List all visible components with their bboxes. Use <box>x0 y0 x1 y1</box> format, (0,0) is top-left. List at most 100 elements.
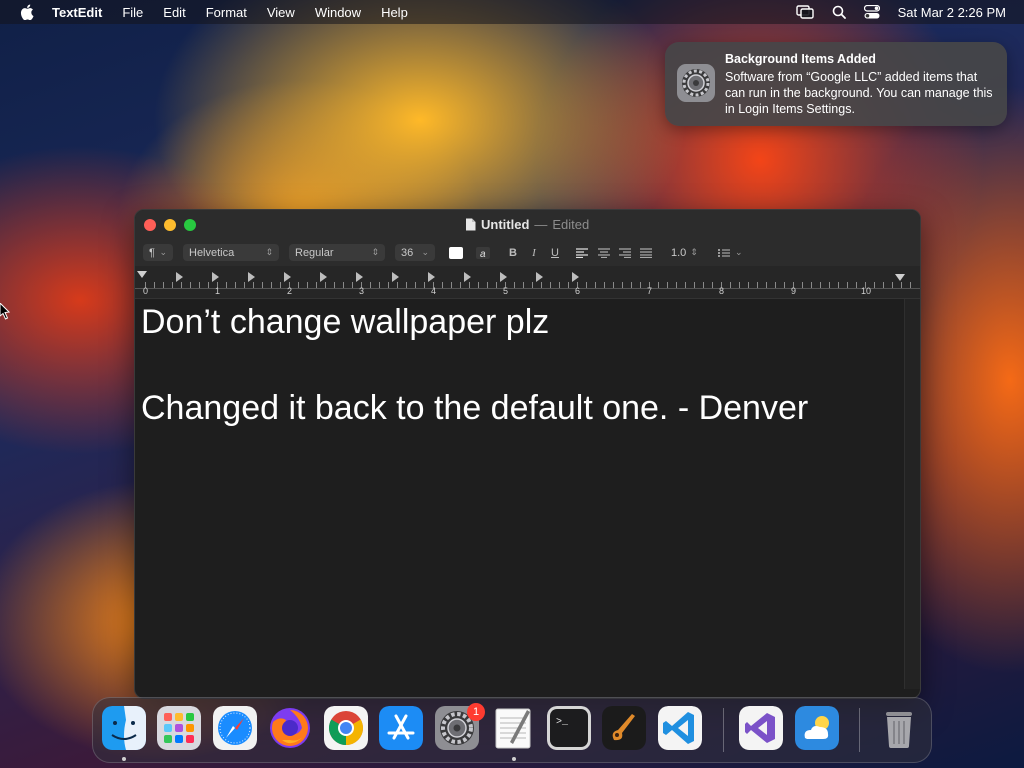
control-center-icon[interactable] <box>863 5 880 19</box>
justify-icon <box>640 247 652 258</box>
format-bar: ¶ ⌄ Helvetica ⇕ Regular ⇕ 36 ⌄ a B I U 1… <box>135 240 920 266</box>
tab-stop[interactable] <box>212 272 219 282</box>
menu-format[interactable]: Format <box>206 5 247 20</box>
ruler-number: 1 <box>215 286 221 296</box>
ruler[interactable]: 0 1 2 3 4 5 6 7 8 9 10 <box>135 266 920 299</box>
firefox-icon[interactable] <box>268 706 312 750</box>
menu-window[interactable]: Window <box>315 5 361 20</box>
vertical-scrollbar[interactable] <box>904 299 920 689</box>
font-style-popup[interactable]: Regular ⇕ <box>289 244 385 261</box>
font-family-popup[interactable]: Helvetica ⇕ <box>183 244 279 261</box>
document-text-area[interactable]: Don’t change wallpaper plz Changed it ba… <box>135 299 905 689</box>
system-settings-dock-item[interactable]: 1 <box>435 703 485 750</box>
textedit-icon[interactable] <box>491 706 535 750</box>
tab-stop[interactable] <box>572 272 579 282</box>
tab-stop[interactable] <box>284 272 291 282</box>
line-spacing-value: 1.0 <box>671 246 687 259</box>
window-title-name: Untitled <box>481 217 530 232</box>
menu-file[interactable]: File <box>122 5 143 20</box>
close-button[interactable] <box>144 219 156 231</box>
ruler-number: 8 <box>719 286 725 296</box>
font-size-popup[interactable]: 36 ⌄ <box>395 244 435 261</box>
right-indent-marker[interactable] <box>895 274 905 281</box>
launchpad-icon[interactable] <box>157 706 201 750</box>
document-line: Don’t change wallpaper plz <box>141 303 550 341</box>
garageband-icon[interactable] <box>602 706 646 750</box>
zoom-button[interactable] <box>184 219 196 231</box>
left-indent-marker[interactable] <box>137 271 147 278</box>
underline-button[interactable]: U <box>547 244 563 261</box>
window-titlebar[interactable]: Untitled — Edited <box>135 210 920 240</box>
align-left-icon <box>576 247 588 258</box>
justify-button[interactable] <box>639 244 653 261</box>
screen-mirroring-icon[interactable] <box>795 5 814 19</box>
svg-text:>_: >_ <box>556 717 569 728</box>
menu-view[interactable]: View <box>267 5 295 20</box>
weather-icon[interactable] <box>795 706 839 750</box>
ruler-number: 10 <box>861 286 872 296</box>
menu-bar: TextEdit File Edit Format View Window He… <box>0 0 1024 24</box>
spotlight-search-icon[interactable] <box>832 5 846 19</box>
minimize-button[interactable] <box>164 219 176 231</box>
background-color-well[interactable]: a <box>475 244 491 261</box>
notification-banner[interactable]: Background Items Added Software from “Go… <box>665 42 1007 126</box>
highlight-a-icon: a <box>476 246 490 259</box>
font-family-value: Helvetica <box>189 246 235 259</box>
align-center-icon <box>598 247 610 258</box>
trash-icon[interactable] <box>877 706 921 750</box>
align-center-button[interactable] <box>597 244 611 261</box>
tab-stop[interactable] <box>320 272 327 282</box>
ruler-number: 4 <box>431 286 437 296</box>
tab-stop[interactable] <box>428 272 435 282</box>
tab-stop[interactable] <box>248 272 255 282</box>
tab-stop[interactable] <box>536 272 543 282</box>
document-line: Changed it back to the default one. - De… <box>141 389 809 427</box>
paragraph-styles-popup[interactable]: ¶ ⌄ <box>143 244 173 261</box>
window-title: Untitled — Edited <box>465 217 589 232</box>
bold-button[interactable]: B <box>505 244 521 261</box>
app-store-icon[interactable] <box>379 706 423 750</box>
chrome-icon[interactable] <box>324 706 368 750</box>
safari-icon[interactable] <box>213 706 257 750</box>
ruler-number: 9 <box>791 286 797 296</box>
tab-stop[interactable] <box>392 272 399 282</box>
paragraph-icon: ¶ <box>149 246 155 259</box>
tab-stop[interactable] <box>176 272 183 282</box>
ruler-number: 2 <box>287 286 293 296</box>
italic-button[interactable]: I <box>526 244 542 261</box>
font-style-value: Regular <box>295 246 334 259</box>
text-color-swatch <box>449 246 463 259</box>
chevron-down-icon: ⌄ <box>735 247 743 257</box>
textedit-window: Untitled — Edited ¶ ⌄ Helvetica ⇕ Regular ⇕… <box>134 209 921 699</box>
finder-icon[interactable] <box>102 706 146 750</box>
ruler-number: 3 <box>359 286 365 296</box>
document-icon[interactable] <box>465 218 476 231</box>
notification-title: Background Items Added <box>725 52 876 66</box>
font-size-value: 36 <box>401 246 414 259</box>
window-edited-status: Edited <box>552 217 590 232</box>
ruler-number: 6 <box>575 286 581 296</box>
align-right-icon <box>619 247 631 258</box>
tab-stop[interactable] <box>500 272 507 282</box>
menubar-clock[interactable]: Sat Mar 2 2:26 PM <box>898 5 1006 20</box>
menu-help[interactable]: Help <box>381 5 408 20</box>
menu-app-name[interactable]: TextEdit <box>52 5 102 20</box>
tab-stop[interactable] <box>356 272 363 282</box>
tab-stop[interactable] <box>464 272 471 282</box>
apple-menu-icon[interactable] <box>20 4 34 20</box>
text-color-well[interactable] <box>449 244 463 261</box>
menu-edit[interactable]: Edit <box>163 5 185 20</box>
terminal-icon[interactable]: >_ <box>547 706 591 750</box>
line-spacing-popup[interactable]: 1.0 ⇕ <box>665 244 701 261</box>
dock: 1 >_ <box>92 697 932 763</box>
list-bullets-popup[interactable]: ⌄ <box>717 244 743 261</box>
mouse-pointer-icon <box>0 303 10 320</box>
notification-body: Software from “Google LLC” added items t… <box>725 70 993 116</box>
align-left-button[interactable] <box>575 244 589 261</box>
ruler-number: 7 <box>647 286 653 296</box>
notification-badge: 1 <box>467 703 485 721</box>
dock-separator <box>859 708 860 752</box>
align-right-button[interactable] <box>618 244 632 261</box>
visual-studio-icon[interactable] <box>739 706 783 750</box>
vscode-icon[interactable] <box>658 706 702 750</box>
